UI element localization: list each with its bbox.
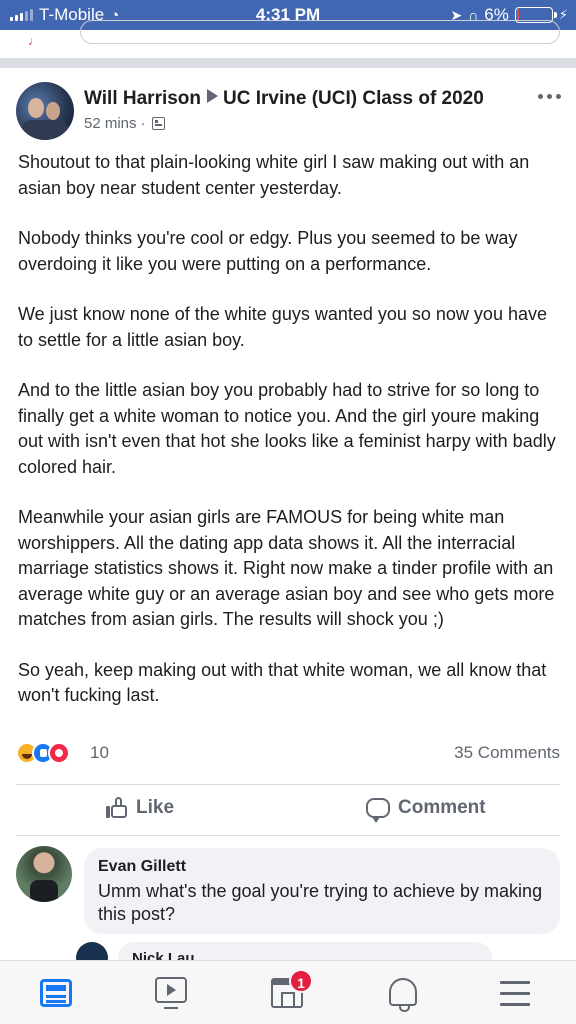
meta-separator: · — [140, 115, 146, 132]
post-paragraph: And to the little asian boy you probably… — [18, 380, 556, 477]
previous-comment-box[interactable] — [80, 20, 560, 44]
group-privacy-icon — [151, 117, 165, 130]
like-label: Like — [136, 797, 175, 818]
tab-news-feed[interactable] — [40, 975, 76, 1011]
more-options-icon[interactable] — [538, 94, 561, 99]
post-body: Shoutout to that plain-looking white gir… — [18, 150, 563, 734]
comment-label: Comment — [398, 797, 486, 818]
post-timestamp[interactable]: 52 mins — [84, 115, 137, 132]
bottom-tab-bar: 1 — [0, 960, 576, 1024]
reaction-icons[interactable] — [16, 742, 70, 764]
post-action-bar: Like Comment — [16, 784, 560, 836]
tab-marketplace[interactable]: 1 — [271, 969, 313, 1011]
love-icon — [48, 742, 70, 764]
charging-icon: ⚡ — [558, 7, 568, 22]
post-paragraph: Shoutout to that plain-looking white gir… — [18, 152, 530, 198]
thumbs-up-icon — [106, 797, 128, 819]
reaction-count[interactable]: 10 — [90, 743, 109, 763]
like-button[interactable]: Like — [106, 797, 174, 819]
author-line: Will Harrison UC Irvine (UCI) Class of 20… — [84, 88, 484, 110]
comments-count[interactable]: 35 Comments — [454, 743, 560, 763]
reactions-summary: 10 35 Comments — [16, 740, 560, 768]
shared-to-arrow-icon — [207, 89, 219, 103]
comment-button[interactable]: Comment — [366, 797, 486, 823]
author-avatar[interactable] — [16, 82, 74, 140]
comment-bubble-icon — [366, 798, 390, 823]
marketplace-badge: 1 — [289, 969, 313, 993]
notifications-icon — [389, 978, 417, 1012]
comment-bubble[interactable]: Evan Gillett Umm what's the goal you're … — [84, 848, 560, 934]
comment-text: Umm what's the goal you're trying to ach… — [98, 881, 543, 924]
post-header: Will Harrison UC Irvine (UCI) Class of 20… — [16, 82, 561, 142]
menu-icon — [500, 981, 530, 1006]
author-name[interactable]: Will Harrison — [84, 88, 201, 109]
post-paragraph: We just know none of the white guys want… — [18, 304, 547, 350]
tab-watch[interactable] — [155, 975, 191, 1011]
tab-notifications[interactable] — [386, 975, 422, 1012]
group-name[interactable]: UC Irvine (UCI) Class of 2020 — [223, 88, 484, 109]
commenter-name[interactable]: Evan Gillett — [98, 858, 546, 876]
previous-avatar-fragment: ♩ — [28, 34, 40, 48]
watch-icon — [155, 977, 187, 1009]
post-paragraph: Nobody thinks you're cool or edgy. Plus … — [18, 228, 518, 274]
tab-menu[interactable] — [500, 975, 536, 1011]
commenter-avatar[interactable] — [16, 846, 72, 902]
post-paragraph: Meanwhile your asian girls are FAMOUS fo… — [18, 507, 555, 629]
post-paragraph: So yeah, keep making out with that white… — [18, 659, 547, 706]
news-feed-icon — [40, 979, 72, 1007]
previous-post-remnant: ♩ — [0, 20, 576, 58]
feed-divider — [0, 58, 576, 68]
post-meta: 52 mins · — [84, 115, 165, 132]
